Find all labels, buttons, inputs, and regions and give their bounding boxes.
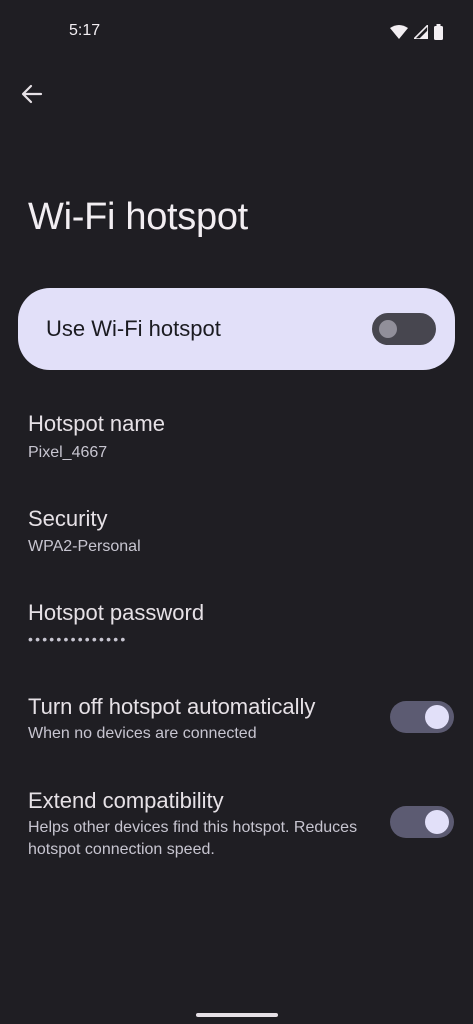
- hotspot-password-value: ••••••••••••••: [28, 631, 128, 647]
- extend-compatibility-title: Extend compatibility: [28, 788, 224, 813]
- hotspot-name-title: Hotspot name: [28, 411, 165, 436]
- battery-icon: [434, 24, 443, 45]
- extend-compatibility-switch[interactable]: [390, 806, 454, 838]
- gesture-nav-handle[interactable]: [196, 1013, 278, 1017]
- auto-off-title: Turn off hotspot automatically: [28, 694, 316, 719]
- hotspot-name-value: Pixel_4667: [28, 444, 108, 461]
- use-wifi-hotspot-label: Use Wi-Fi hotspot: [46, 316, 221, 341]
- status-bar: 5:17: [0, 0, 473, 64]
- use-wifi-hotspot-switch[interactable]: [372, 313, 436, 345]
- hotspot-password-title: Hotspot password: [28, 600, 205, 625]
- security-title: Security: [28, 506, 108, 531]
- page-title: Wi-Fi hotspot: [28, 196, 248, 238]
- switch-thumb: [379, 320, 397, 338]
- hotspot-password-row[interactable]: Hotspot password ••••••••••••••: [0, 588, 473, 662]
- cellular-signal-icon: [412, 23, 429, 44]
- auto-off-row[interactable]: Turn off hotspot automatically When no d…: [0, 682, 473, 764]
- wifi-icon: [390, 25, 408, 44]
- hotspot-name-row[interactable]: Hotspot name Pixel_4667: [0, 400, 473, 474]
- switch-thumb: [425, 810, 449, 834]
- auto-off-switch[interactable]: [390, 701, 454, 733]
- back-button[interactable]: [14, 78, 50, 114]
- switch-thumb: [425, 705, 449, 729]
- auto-off-summary: When no devices are connected: [28, 725, 257, 742]
- status-icons: [390, 23, 443, 45]
- extend-compatibility-summary: Helps other devices find this hotspot. R…: [28, 819, 358, 858]
- arrow-back-icon: [21, 83, 43, 110]
- security-value: WPA2-Personal: [28, 538, 141, 555]
- security-row[interactable]: Security WPA2-Personal: [0, 494, 473, 568]
- status-time: 5:17: [69, 22, 101, 39]
- extend-compatibility-row[interactable]: Extend compatibility Helps other devices…: [0, 776, 473, 872]
- use-wifi-hotspot-card[interactable]: Use Wi-Fi hotspot: [18, 288, 455, 370]
